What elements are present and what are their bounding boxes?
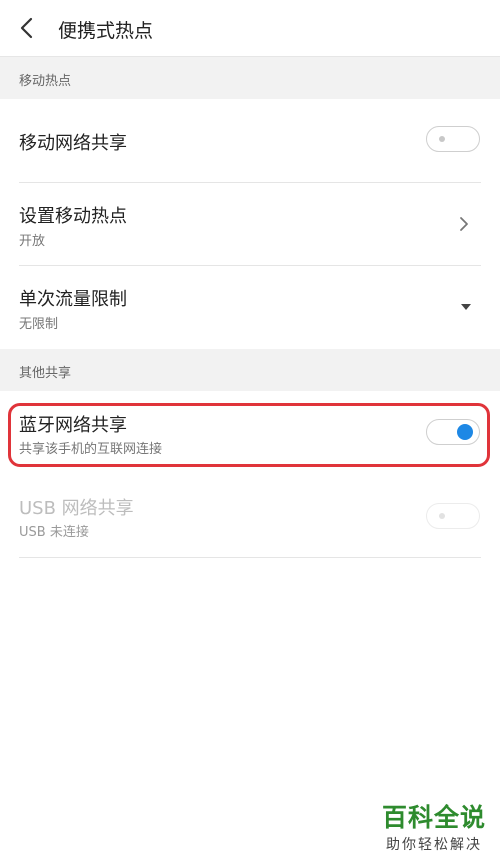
- row-mobile-network-share[interactable]: 移动网络共享: [0, 99, 500, 183]
- chevron-right-icon: [460, 217, 468, 231]
- section-header-mobile-hotspot: 移动热点: [0, 57, 500, 99]
- section-header-other-sharing: 其他共享: [0, 349, 500, 391]
- page-title: 便携式热点: [58, 20, 154, 42]
- mobile-network-share-toggle[interactable]: [426, 126, 480, 152]
- toggle-knob: [439, 513, 445, 519]
- toggle-knob: [457, 424, 473, 440]
- row-label: USB 网络共享: [19, 498, 134, 519]
- watermark-sub-text: 助你轻松解决: [385, 837, 482, 853]
- row-label: 蓝牙网络共享: [19, 415, 127, 436]
- back-button[interactable]: [14, 14, 42, 42]
- row-sublabel: 开放: [19, 234, 46, 249]
- row-setup-hotspot[interactable]: 设置移动热点 开放: [0, 183, 500, 266]
- watermark-logo: 百科全说 助你轻松解决: [382, 798, 486, 854]
- watermark-main-text: 百科全说: [381, 803, 486, 832]
- top-app-bar: 便携式热点: [0, 0, 500, 57]
- row-sublabel: USB 未连接: [19, 525, 89, 540]
- row-label: 设置移动热点: [19, 206, 127, 227]
- row-bluetooth-share[interactable]: 蓝牙网络共享 共享该手机的互联网连接: [0, 391, 500, 474]
- section-header-label: 其他共享: [19, 366, 72, 381]
- bluetooth-share-toggle[interactable]: [426, 419, 480, 445]
- row-usb-share: USB 网络共享 USB 未连接: [0, 474, 500, 558]
- row-sublabel: 无限制: [19, 317, 59, 332]
- row-sublabel: 共享该手机的互联网连接: [19, 442, 163, 457]
- row-traffic-limit[interactable]: 单次流量限制 无限制: [0, 266, 500, 349]
- usb-share-toggle: [426, 503, 480, 529]
- back-arrow-icon: [20, 17, 33, 39]
- row-label: 单次流量限制: [19, 289, 127, 310]
- section-header-label: 移动热点: [19, 74, 72, 89]
- toggle-knob: [439, 136, 445, 142]
- divider: [19, 557, 481, 558]
- dropdown-arrow-icon: [461, 304, 471, 310]
- row-label: 移动网络共享: [19, 133, 127, 154]
